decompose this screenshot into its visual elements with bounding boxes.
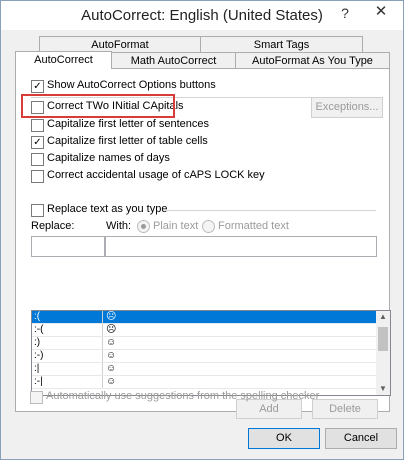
list-item[interactable]: :-( ☹ xyxy=(32,324,377,337)
list-scrollbar[interactable]: ▲ ▼ xyxy=(376,310,391,396)
show-buttons-checkbox[interactable]: ✓ xyxy=(31,80,44,93)
title-bar: AutoCorrect: English (United States) ? ✕ xyxy=(1,1,403,30)
formatted-text-label: Formatted text xyxy=(218,220,289,232)
ok-button[interactable]: OK xyxy=(248,428,320,449)
show-buttons-label: Show AutoCorrect Options buttons xyxy=(47,79,216,91)
capitalize-days-checkbox[interactable] xyxy=(31,153,44,166)
list-item[interactable]: :( ☹ xyxy=(32,311,377,324)
autocorrect-dialog: AutoCorrect: English (United States) ? ✕… xyxy=(0,0,404,460)
caps-lock-label: Correct accidental usage of cAPS LOCK ke… xyxy=(47,169,265,181)
tab-smart-tags[interactable]: Smart Tags xyxy=(200,36,363,53)
exceptions-button[interactable]: Exceptions... xyxy=(311,97,383,118)
add-button[interactable]: Add xyxy=(236,399,302,419)
capitalize-sentences-label: Capitalize first letter of sentences xyxy=(47,118,210,130)
caps-lock-checkbox[interactable] xyxy=(31,170,44,183)
autocorrect-panel: ✓ Show AutoCorrect Options buttons Corre… xyxy=(15,68,391,419)
scroll-down-icon[interactable]: ▼ xyxy=(376,383,390,395)
tab-math-autocorrect[interactable]: Math AutoCorrect xyxy=(111,52,236,69)
divider xyxy=(166,210,376,211)
capitalize-sentences-checkbox[interactable] xyxy=(31,119,44,132)
delete-button[interactable]: Delete xyxy=(312,399,378,419)
with-label: With: xyxy=(106,220,132,232)
close-button[interactable]: ✕ xyxy=(361,1,401,23)
auto-suggest-checkbox[interactable] xyxy=(30,391,43,404)
with-input[interactable] xyxy=(105,236,377,257)
highlight-annotation xyxy=(21,94,175,118)
tab-autoformat-as-you-type[interactable]: AutoFormat As You Type xyxy=(235,52,390,69)
capitalize-table-cells-checkbox[interactable]: ✓ xyxy=(31,136,44,149)
capitalize-table-cells-label: Capitalize first letter of table cells xyxy=(47,135,208,147)
replace-as-you-type-label: Replace text as you type xyxy=(47,203,168,215)
list-item[interactable]: :-| ☺ xyxy=(32,376,377,389)
replace-as-you-type-checkbox[interactable] xyxy=(31,204,44,217)
plain-text-label: Plain text xyxy=(153,220,199,232)
capitalize-days-label: Capitalize names of days xyxy=(47,152,170,164)
list-item[interactable]: :-) ☺ xyxy=(32,350,377,363)
cancel-button[interactable]: Cancel xyxy=(325,428,397,449)
autocorrect-list[interactable]: :( ☹ :-( ☹ :) ☺ :-) ☺:| ☺:-| ☺ xyxy=(31,310,378,396)
tab-autocorrect[interactable]: AutoCorrect xyxy=(15,51,112,69)
scroll-up-icon[interactable]: ▲ xyxy=(376,311,390,323)
list-item[interactable]: :) ☺ xyxy=(32,337,377,350)
formatted-text-radio[interactable] xyxy=(202,220,215,233)
plain-text-radio[interactable] xyxy=(137,220,150,233)
replace-label: Replace: xyxy=(31,220,75,232)
scroll-thumb[interactable] xyxy=(378,327,388,351)
replace-input[interactable] xyxy=(31,236,105,257)
auto-suggest-label: Automatically use suggestions from the s… xyxy=(46,390,320,402)
list-item[interactable]: :| ☺ xyxy=(32,363,377,376)
help-button[interactable]: ? xyxy=(332,3,358,23)
